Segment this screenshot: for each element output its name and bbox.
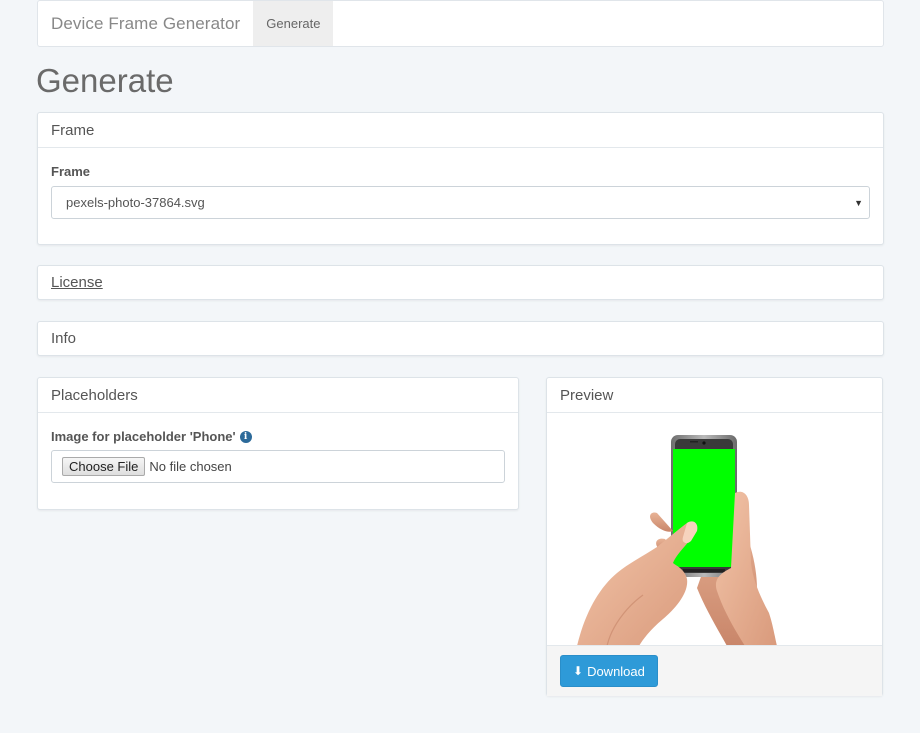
file-status-text: No file chosen [149,459,232,474]
phone-screen [673,449,735,567]
top-navbar: Device Frame Generator Generate [37,0,884,47]
frame-field-label: Frame [51,164,91,179]
preview-panel-heading: Preview [547,378,882,413]
phone-placeholder-label: Image for placeholder 'Phone' i [51,429,505,444]
nav-item-generate[interactable]: Generate [253,1,334,46]
preview-image-area [547,413,882,646]
placeholders-panel: Placeholders Image for placeholder 'Phon… [37,377,519,510]
frame-panel-body: Frame pexels-photo-37864.svg ▼ [38,164,883,219]
frame-panel-heading: Frame [38,113,883,148]
preview-panel-footer: ⬇ Download [547,646,882,696]
frame-select-value: pexels-photo-37864.svg [66,195,205,210]
info-panel-heading[interactable]: Info [38,322,883,355]
preview-panel: Preview ⬇ Download [546,377,883,696]
phone-in-hands-image [577,435,777,645]
download-button[interactable]: ⬇ Download [560,655,658,687]
placeholders-panel-heading: Placeholders [38,378,518,413]
placeholders-panel-body: Image for placeholder 'Phone' i Choose F… [38,429,518,483]
license-panel: License [37,265,884,300]
info-panel: Info [37,321,884,356]
choose-file-button[interactable]: Choose File [62,457,146,476]
phone-camera [702,441,706,445]
brand-title[interactable]: Device Frame Generator [38,1,253,46]
license-link[interactable]: License [51,274,103,291]
download-button-label: Download [587,663,645,679]
page-title: Generate [36,62,174,99]
phone-image-file-input[interactable]: Choose File No file chosen [51,450,505,483]
download-icon: ⬇ [573,664,584,678]
frame-select[interactable]: pexels-photo-37864.svg ▼ [51,186,870,219]
info-icon[interactable]: i [239,430,252,443]
caret-down-icon: ▼ [854,198,863,208]
frame-panel: Frame Frame pexels-photo-37864.svg ▼ [37,112,884,245]
phone-placeholder-label-text: Image for placeholder 'Phone' [51,429,236,444]
